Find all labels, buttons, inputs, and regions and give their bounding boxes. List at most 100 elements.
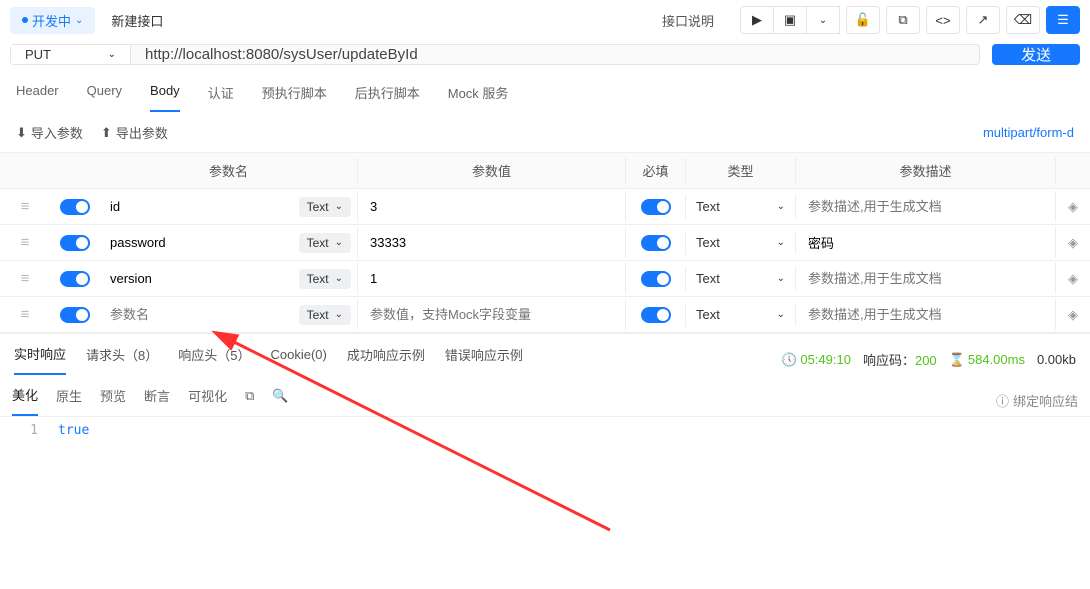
data-type-select[interactable]: Text⌄ [686, 231, 796, 254]
param-desc-input[interactable] [804, 303, 1047, 326]
chevron-down-icon: ⌄ [777, 309, 785, 320]
send-button[interactable]: 发送 [992, 44, 1080, 65]
param-row: ≡ Text⌄ Text⌄ ◈ [0, 225, 1090, 261]
export-params-button[interactable]: ⬆导出参数 [101, 123, 168, 142]
hourglass-icon: ⌛ [949, 352, 965, 368]
field-type-select[interactable]: Text⌄ [299, 269, 351, 289]
line-number: 1 [0, 417, 52, 444]
tab-header[interactable]: Header [16, 83, 59, 112]
play-icon[interactable]: ▶ [740, 6, 774, 34]
enable-toggle[interactable] [60, 307, 90, 323]
exec-time: 05:49:10 [800, 352, 851, 367]
resp-tab-req-headers[interactable]: 请求头（8） [86, 345, 158, 374]
delete-icon[interactable]: ⌫ [1006, 6, 1040, 34]
drag-handle-icon[interactable]: ≡ [21, 198, 30, 215]
save-icon[interactable]: ▣ [773, 6, 807, 34]
doc-icon[interactable]: ☰ [1046, 6, 1080, 34]
param-name-input[interactable] [106, 303, 293, 326]
copy-icon[interactable]: ⧉ [886, 6, 920, 34]
code-icon[interactable]: <> [926, 6, 960, 34]
enable-toggle[interactable] [60, 199, 90, 215]
save-dropdown-icon[interactable]: ⌄ [806, 6, 840, 34]
cube-icon[interactable]: ◈ [1068, 199, 1078, 215]
required-toggle[interactable] [641, 199, 671, 215]
tab-body[interactable]: Body [150, 83, 180, 112]
param-value-input[interactable] [366, 195, 617, 218]
drag-handle-icon[interactable]: ≡ [21, 270, 30, 287]
tab-pre-script[interactable]: 预执行脚本 [262, 83, 327, 112]
url-input[interactable] [131, 45, 979, 64]
lock-icon[interactable]: 🔓 [846, 6, 880, 34]
param-row: ≡ Text⌄ Text⌄ ◈ [0, 261, 1090, 297]
param-row: ≡ Text⌄ Text⌄ ◈ [0, 189, 1090, 225]
enable-toggle[interactable] [60, 271, 90, 287]
tab-auth[interactable]: 认证 [208, 83, 234, 112]
cube-icon[interactable]: ◈ [1068, 307, 1078, 323]
response-content[interactable]: true [52, 417, 95, 444]
search-response-button[interactable]: 🔍 [272, 388, 288, 414]
bind-response-button[interactable]: ⓘ绑定响应结 [996, 391, 1078, 410]
resp-tab-success[interactable]: 成功响应示例 [347, 345, 425, 374]
param-name-input[interactable] [106, 231, 293, 254]
param-name-input[interactable] [106, 195, 293, 218]
data-type-select[interactable]: Text⌄ [686, 267, 796, 290]
chevron-down-icon: ⌄ [335, 273, 343, 284]
http-method-select[interactable]: PUT ⌄ [11, 45, 131, 64]
tab-query[interactable]: Query [87, 83, 122, 112]
data-type-select[interactable]: Text⌄ [686, 195, 796, 218]
api-description[interactable]: 接口说明 [662, 11, 714, 30]
chevron-down-icon: ⌄ [335, 309, 343, 320]
cube-icon[interactable]: ◈ [1068, 235, 1078, 251]
param-table-header: 参数名 参数值 必填 类型 参数描述 [0, 153, 1090, 189]
tool-visualize[interactable]: 可视化 [188, 386, 227, 415]
required-toggle[interactable] [641, 307, 671, 323]
tool-preview[interactable]: 预览 [100, 386, 126, 415]
upload-icon: ⬆ [101, 125, 112, 141]
param-value-input[interactable] [366, 267, 617, 290]
col-desc: 参数描述 [796, 157, 1056, 184]
body-type-select[interactable]: multipart/form-d [983, 125, 1074, 140]
chevron-down-icon: ⌄ [75, 15, 83, 26]
data-type-select[interactable]: Text⌄ [686, 303, 796, 326]
tab-mock[interactable]: Mock 服务 [448, 83, 509, 112]
col-type: 类型 [686, 157, 796, 184]
external-link-icon[interactable]: ↗ [966, 6, 1000, 34]
tool-beautify[interactable]: 美化 [12, 385, 38, 416]
api-name[interactable]: 新建接口 [101, 7, 433, 34]
param-desc-input[interactable] [804, 195, 1047, 218]
field-type-select[interactable]: Text⌄ [299, 305, 351, 325]
status-code: 200 [915, 353, 937, 368]
chevron-down-icon: ⌄ [777, 237, 785, 248]
param-value-input[interactable] [366, 231, 617, 254]
drag-handle-icon[interactable]: ≡ [21, 234, 30, 251]
param-name-input[interactable] [106, 267, 293, 290]
tool-raw[interactable]: 原生 [56, 386, 82, 415]
required-toggle[interactable] [641, 271, 671, 287]
tab-post-script[interactable]: 后执行脚本 [355, 83, 420, 112]
param-value-input[interactable] [366, 303, 617, 326]
param-row: ≡ Text⌄ Text⌄ ◈ [0, 297, 1090, 333]
resp-tab-error[interactable]: 错误响应示例 [445, 345, 523, 374]
response-size: 0.00kb [1037, 352, 1076, 367]
enable-toggle[interactable] [60, 235, 90, 251]
field-type-select[interactable]: Text⌄ [299, 197, 351, 217]
resp-tab-cookie[interactable]: Cookie(0) [270, 347, 326, 372]
status-text: 开发中 [32, 11, 71, 30]
duration: 584.00ms [968, 352, 1025, 367]
resp-tab-resp-headers[interactable]: 响应头（5） [178, 345, 250, 374]
drag-handle-icon[interactable]: ≡ [21, 306, 30, 323]
param-desc-input[interactable] [804, 267, 1047, 290]
required-toggle[interactable] [641, 235, 671, 251]
status-badge[interactable]: 开发中 ⌄ [10, 7, 95, 34]
col-name: 参数名 [100, 157, 358, 184]
field-type-select[interactable]: Text⌄ [299, 233, 351, 253]
param-desc-input[interactable] [804, 231, 1047, 254]
chevron-down-icon: ⌄ [335, 237, 343, 248]
tool-assert[interactable]: 断言 [144, 386, 170, 415]
status-label: 响应码： [863, 353, 915, 368]
copy-response-button[interactable]: ⧉ [245, 388, 254, 414]
resp-tab-live[interactable]: 实时响应 [14, 344, 66, 375]
cube-icon[interactable]: ◈ [1068, 271, 1078, 287]
response-body: 1 true [0, 417, 1090, 444]
import-params-button[interactable]: ⬇导入参数 [16, 123, 83, 142]
